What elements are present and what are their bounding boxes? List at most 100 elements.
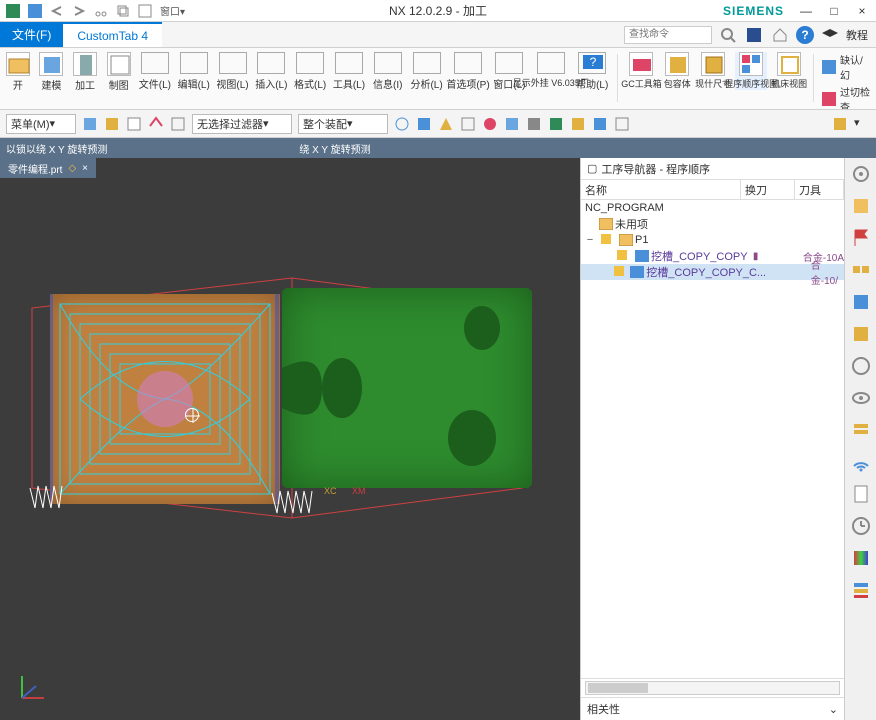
reuse-lib-icon[interactable]	[851, 324, 871, 344]
toolbar-icon-drop[interactable]: ▾	[854, 116, 870, 132]
selection-icon-4[interactable]	[148, 116, 164, 132]
model: XC XM	[12, 248, 532, 548]
wifi-icon[interactable]	[851, 452, 871, 472]
selection-icon-3[interactable]	[126, 116, 142, 132]
history-icon[interactable]	[851, 356, 871, 376]
navigator-tree[interactable]: NC_PROGRAM 未用项 − P1 挖槽_COPY_COPY ▮ 合金-	[581, 200, 844, 678]
toolbar-icon-e[interactable]	[482, 116, 498, 132]
file-tab[interactable]: 文件(F)	[0, 22, 63, 47]
tree-op1[interactable]: 挖槽_COPY_COPY ▮ 合金-10A	[581, 248, 844, 264]
ribbon-gouge-check[interactable]: 过切检查	[822, 84, 872, 110]
ribbon-modeling[interactable]: 建模	[38, 52, 66, 92]
selection-toolbar: 菜单(M) ▾ 无选择过滤器 ▾ 整个装配 ▾ ▾	[0, 110, 876, 138]
ribbon-open[interactable]: 开	[4, 52, 32, 92]
help-icon[interactable]: ?	[796, 26, 814, 44]
ribbon-verify[interactable]: 缺认/幻	[822, 52, 872, 82]
clock-icon[interactable]	[851, 516, 871, 536]
window-icon[interactable]	[138, 4, 152, 18]
close-button[interactable]: ×	[848, 1, 876, 21]
selection-icon-5[interactable]	[170, 116, 186, 132]
palette-icon[interactable]	[851, 548, 871, 568]
col-name[interactable]: 名称	[581, 180, 741, 199]
pin-icon[interactable]: ◇	[68, 163, 76, 174]
selection-icon-1[interactable]	[82, 116, 98, 132]
tree-p1[interactable]: − P1	[581, 232, 844, 248]
copy-icon[interactable]	[116, 4, 130, 18]
toolbar-icon-cube[interactable]	[832, 116, 848, 132]
col-tool[interactable]: 刀具	[795, 180, 844, 199]
home-icon[interactable]	[770, 25, 790, 45]
selection-icon-2[interactable]	[104, 116, 120, 132]
operation-icon	[630, 266, 644, 278]
ribbon-format[interactable]: 格式(L)	[294, 52, 327, 91]
status-icon	[614, 266, 627, 278]
redo-icon[interactable]	[72, 4, 86, 18]
eye-icon[interactable]	[851, 388, 871, 408]
graphics-viewport[interactable]: 零件编程.prt ◇ ×	[0, 158, 580, 720]
undo-icon[interactable]	[50, 4, 64, 18]
stack-icon[interactable]	[851, 580, 871, 600]
operation-icon	[635, 250, 649, 262]
col-changetool[interactable]: 换刀	[741, 180, 795, 199]
dependencies-section[interactable]: 相关性 ⌄	[581, 697, 844, 720]
tree-root[interactable]: NC_PROGRAM	[581, 200, 844, 216]
toolbar-icon-f[interactable]	[504, 116, 520, 132]
tree-unused[interactable]: 未用项	[581, 216, 844, 232]
ribbon-machine-view[interactable]: 机床视图	[773, 52, 805, 90]
chevron-down-icon[interactable]: ⌄	[829, 703, 838, 716]
custom-tab[interactable]: CustomTab 4	[63, 22, 162, 47]
tab-close-icon[interactable]: ×	[82, 163, 88, 174]
ribbon-program-order-view[interactable]: 程序顺序视图	[735, 52, 767, 90]
display-mode-icon[interactable]	[744, 25, 764, 45]
ribbon-tools[interactable]: 工具(L)	[333, 52, 366, 91]
sheet-icon[interactable]	[851, 484, 871, 504]
toolbar-icon-i[interactable]	[570, 116, 586, 132]
window-dropdown[interactable]: 窗口▾	[160, 3, 185, 18]
toolbar-icon-j[interactable]	[592, 116, 608, 132]
toolbar-icon-g[interactable]	[526, 116, 542, 132]
ribbon-prefs[interactable]: 首选项(P)	[449, 52, 487, 91]
gear-icon[interactable]	[851, 164, 871, 184]
flag-icon[interactable]	[851, 228, 871, 248]
ribbon-analysis[interactable]: 分析(L)	[410, 52, 443, 91]
maximize-button[interactable]: □	[820, 1, 848, 21]
ribbon-plugin[interactable]: 显示外挂 V6.035厂	[532, 52, 570, 89]
ribbon-view[interactable]: 视图(L)	[216, 52, 249, 91]
minimize-button[interactable]: —	[792, 1, 820, 21]
ribbon-insert[interactable]: 插入(L)	[255, 52, 288, 91]
layers-icon[interactable]	[851, 420, 871, 440]
ribbon-bounding[interactable]: 包容体	[663, 52, 691, 90]
constraint-nav-icon[interactable]	[851, 292, 871, 312]
resource-bar	[844, 158, 876, 720]
ribbon-file[interactable]: 文件(L)	[139, 52, 172, 91]
ribbon-edit[interactable]: 编辑(L)	[177, 52, 210, 91]
menu-dropdown[interactable]: 菜单(M) ▾	[6, 114, 76, 134]
ribbon-machining[interactable]: 加工	[71, 52, 99, 92]
filter-type-combo[interactable]: 无选择过滤器 ▾	[192, 114, 292, 134]
ribbon-help[interactable]: ?帮助(L)	[576, 52, 609, 91]
toolbar-icon-h[interactable]	[548, 116, 564, 132]
toolbar-icon-c[interactable]	[438, 116, 454, 132]
ribbon-drafting[interactable]: 制图	[105, 52, 133, 92]
filter-scope-combo[interactable]: 整个装配 ▾	[298, 114, 388, 134]
toolbar-icon-k[interactable]	[614, 116, 630, 132]
ribbon-info[interactable]: 信息(I)	[371, 52, 404, 91]
tutorial-label[interactable]: 教程	[846, 27, 868, 43]
assembly-nav-icon[interactable]	[851, 260, 871, 280]
collapse-icon[interactable]: −	[585, 234, 595, 246]
cut-icon[interactable]	[94, 4, 108, 18]
quick-access-toolbar: 窗口▾	[0, 3, 191, 18]
search-icon[interactable]	[718, 25, 738, 45]
panel-pin-icon[interactable]: ▢	[587, 162, 597, 175]
toolbar-icon-a[interactable]	[394, 116, 410, 132]
toolbar-icon-b[interactable]	[416, 116, 432, 132]
navigator-hscroll[interactable]	[585, 681, 840, 695]
save-icon[interactable]	[28, 4, 42, 18]
tree-op2[interactable]: 挖槽_COPY_COPY_C... 合金-10/	[581, 264, 844, 280]
toolbar-icon-d[interactable]	[460, 116, 476, 132]
part-nav-icon[interactable]	[851, 196, 871, 216]
document-tab[interactable]: 零件编程.prt ◇ ×	[0, 158, 96, 178]
command-search-input[interactable]	[624, 26, 712, 44]
graduation-icon[interactable]	[820, 25, 840, 45]
ribbon-gc-toolbox[interactable]: GC工具箱	[625, 52, 657, 90]
